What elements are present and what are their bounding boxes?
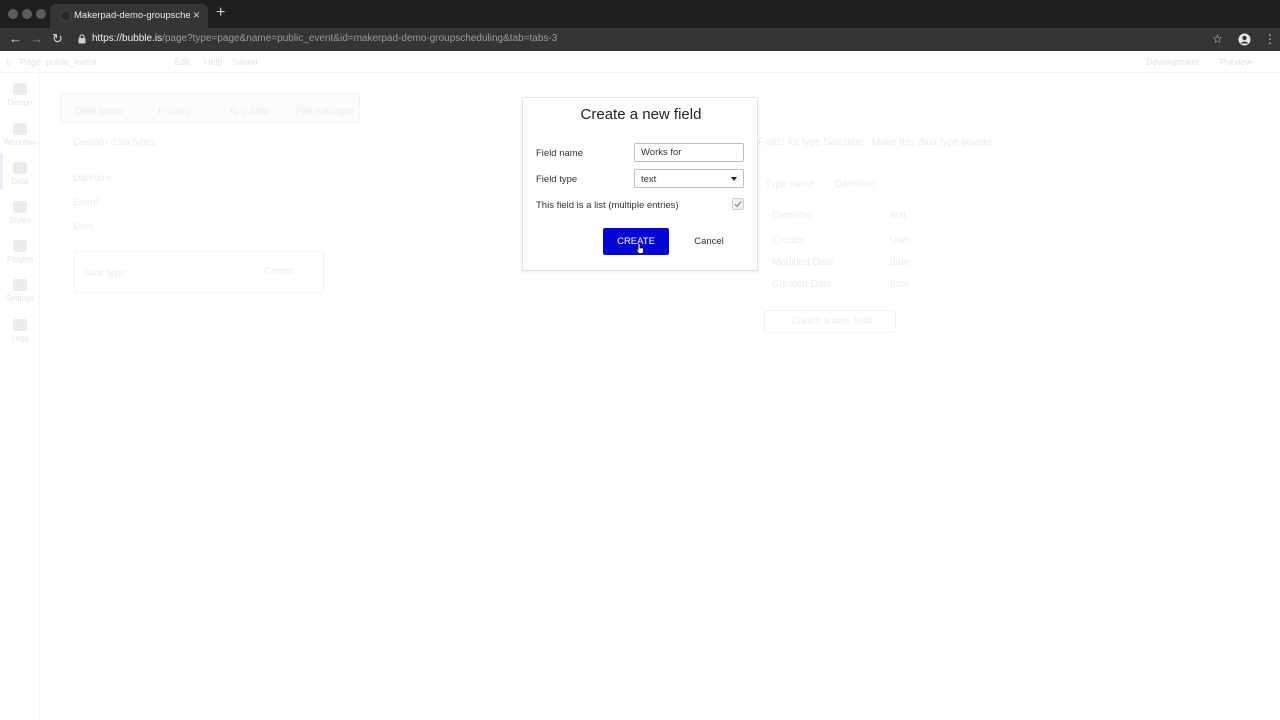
tab-title: Makerpad-demo-groupscheduling [74, 10, 190, 21]
page-selector[interactable]: Page: public_event [20, 57, 97, 67]
custom-types-heading: Custom data types [73, 137, 157, 148]
maximize-window-dot[interactable] [36, 9, 46, 19]
nav-settings[interactable]: Settings [0, 279, 40, 303]
menu-help[interactable]: Help [204, 57, 223, 67]
field-name-label: Field name [536, 148, 583, 159]
field-row-type: text [890, 210, 907, 221]
tab-privacy[interactable]: Privacy [158, 106, 191, 117]
nav-plugins[interactable]: Plugins [0, 240, 40, 264]
cancel-button[interactable]: Cancel [689, 228, 729, 255]
field-type-label: Field type [536, 174, 578, 185]
tab-app-data[interactable]: App data [229, 106, 269, 117]
nav-data[interactable]: Data [0, 162, 40, 186]
list-field-checkbox[interactable] [732, 198, 744, 210]
private-type-link[interactable]: Make this data type private [872, 137, 992, 148]
logs-icon [13, 319, 27, 331]
tab-data-types[interactable]: Data types [75, 106, 123, 117]
new-type-create-button[interactable]: Create [264, 266, 294, 277]
type-item-event[interactable]: Event [73, 197, 99, 208]
type-name-value[interactable]: Datetime [835, 179, 875, 190]
bookmark-star-icon[interactable]: ☆ [1212, 32, 1223, 46]
left-nav: Design Workflow Data Styles Plugins Sett… [0, 73, 40, 720]
type-item-user[interactable]: User [73, 221, 94, 232]
database-icon [13, 162, 27, 174]
tab-file-manager[interactable]: File manager [296, 106, 354, 117]
nav-design[interactable]: Design [0, 83, 40, 107]
new-type-input[interactable]: New type [84, 268, 126, 279]
close-window-dot[interactable] [8, 9, 18, 19]
address-bar[interactable]: https://bubble.is/page?type=page&name=pu… [92, 33, 557, 44]
browser-tab-bar: Makerpad-demo-groupscheduling × + [0, 0, 1280, 28]
browser-toolbar: ← → ↻ https://bubble.is/page?type=page&n… [0, 28, 1280, 51]
bubble-favicon-icon [60, 10, 72, 22]
fields-heading: Fields for type Datetime [758, 137, 864, 148]
lock-icon [78, 34, 86, 44]
hand-cursor-icon [635, 243, 644, 254]
tab-close-icon[interactable]: × [193, 8, 200, 22]
plugin-icon [13, 240, 27, 252]
create-field-modal: Create a new field Field name Field type… [522, 97, 758, 271]
field-row-name: Modified Date [772, 257, 834, 268]
reload-icon[interactable]: ↻ [52, 31, 63, 47]
create-new-field-label: Create a new field [791, 316, 872, 327]
gear-icon [13, 279, 27, 291]
nav-logs[interactable]: Logs [0, 319, 40, 343]
preview-button[interactable]: Preview [1220, 57, 1252, 67]
browser-tab[interactable]: Makerpad-demo-groupscheduling × [50, 4, 208, 28]
new-tab-icon[interactable]: + [216, 5, 225, 21]
editor-header: b Page: public_event Edit Help Saved Dev… [0, 51, 1280, 73]
url-path: /page?type=page&name=public_event&id=mak… [162, 33, 558, 44]
design-icon [13, 83, 27, 95]
browser-menu-icon[interactable]: ⋮ [1264, 32, 1276, 46]
nav-workflow[interactable]: Workflow [0, 123, 40, 147]
field-row-name: Creator [772, 235, 806, 246]
field-row-type: User [890, 235, 912, 246]
bubble-logo-icon: b [6, 57, 12, 67]
brush-icon [13, 201, 27, 213]
list-field-label: This field is a list (multiple entries) [536, 200, 679, 211]
menu-edit[interactable]: Edit [174, 57, 190, 67]
field-type-value: text [641, 174, 657, 185]
modal-title: Create a new field [580, 106, 702, 123]
minimize-window-dot[interactable] [22, 9, 32, 19]
field-row-type: date [890, 257, 910, 268]
workflow-icon [13, 123, 27, 135]
environment-selector[interactable]: Development [1146, 57, 1199, 67]
dropdown-caret-icon [731, 177, 737, 181]
nav-styles[interactable]: Styles [0, 201, 40, 225]
type-item-datetime[interactable]: Datetime [73, 173, 113, 184]
back-icon[interactable]: ← [9, 31, 22, 46]
field-name-input[interactable] [634, 143, 744, 162]
type-name-label: Type name [765, 179, 815, 190]
url-host: https://bubble.is [92, 33, 163, 44]
checkmark-icon [734, 201, 742, 208]
forward-icon[interactable]: → [30, 31, 43, 46]
field-row-name: Datetime [772, 210, 813, 221]
field-type-select[interactable]: text [634, 169, 744, 188]
saved-status: Saved [232, 57, 258, 67]
field-row-name: Created Date [772, 279, 832, 290]
profile-icon[interactable] [1238, 33, 1251, 46]
field-row-type: date [890, 279, 910, 290]
